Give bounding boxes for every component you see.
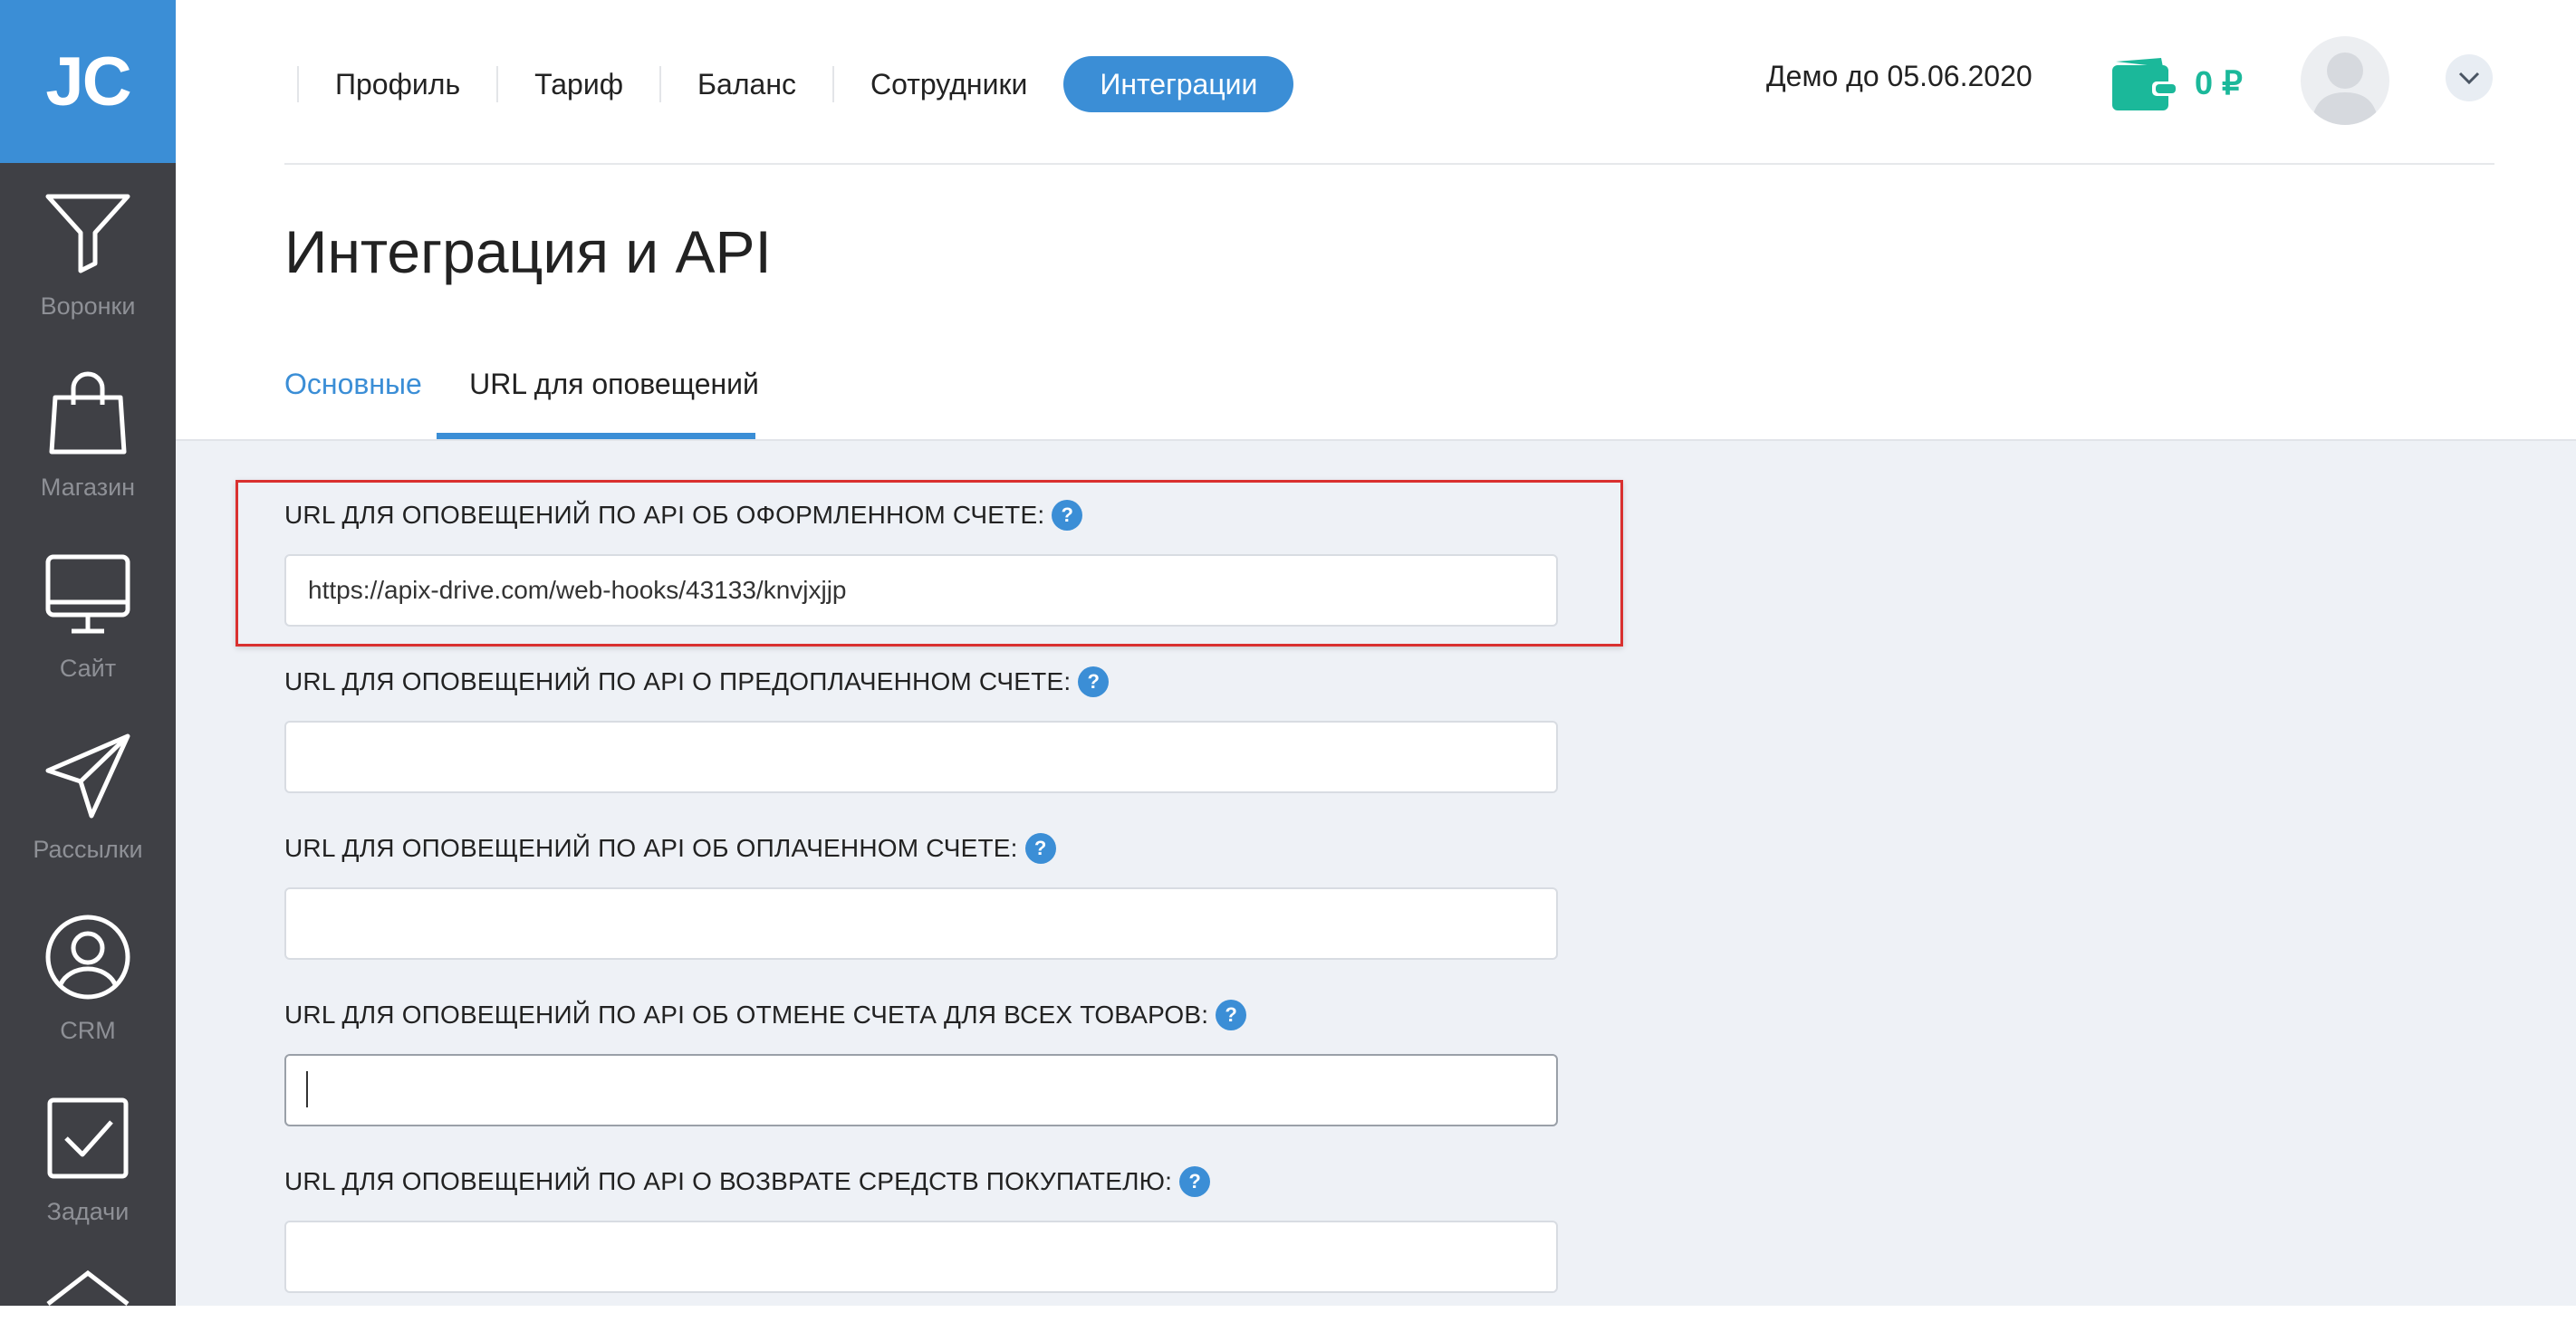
sidebar-item-tasks[interactable]: Задачи [0,1068,176,1250]
checkbox-icon [47,1097,129,1178]
next-nav-icon[interactable] [43,1268,133,1322]
refund-url-input[interactable] [284,1221,1558,1293]
active-tab-indicator [437,433,755,439]
help-icon[interactable]: ? [1179,1166,1211,1197]
issued-invoice-url-input[interactable] [284,554,1558,627]
help-icon[interactable]: ? [1024,833,1056,864]
sidebar-item-shop[interactable]: Магазин [0,344,176,525]
sidebar: JC Воронки Магазин Сайт Рассылки CRM Зад… [0,0,176,1306]
sidebar-item-label: CRM [60,1016,116,1044]
help-icon[interactable]: ? [1078,666,1110,697]
tab-basic[interactable]: Основные [284,368,422,401]
monitor-icon [45,554,130,633]
sidebar-item-crm[interactable]: CRM [0,887,176,1068]
funnel-icon [45,194,130,273]
tab-tariff[interactable]: Тариф [516,68,641,101]
sidebar-item-funnels[interactable]: Воронки [0,163,176,344]
user-avatar-icon [2312,53,2379,125]
nav-divider [659,66,662,102]
field-label-refund: URL ДЛЯ ОПОВЕЩЕНИЙ ПО API О ВОЗВРАТЕ СРЕ… [284,1166,1211,1197]
avatar[interactable] [2301,36,2389,125]
cancelled-invoice-url-input[interactable] [284,1054,1558,1126]
sidebar-item-label: Задачи [46,1197,130,1225]
nav-divider [496,66,499,102]
sidebar-item-site[interactable]: Сайт [0,525,176,706]
sidebar-item-label: Магазин [40,473,136,501]
field-label-issued-invoice: URL ДЛЯ ОПОВЕЩЕНИЙ ПО API ОБ ОФОРМЛЕННОМ… [284,500,1083,531]
field-label-prepaid-invoice: URL ДЛЯ ОПОВЕЩЕНИЙ ПО API О ПРЕДОПЛАЧЕНН… [284,666,1110,697]
text-caret [306,1071,308,1107]
tab-profile[interactable]: Профиль [317,68,478,101]
field-label-text: URL ДЛЯ ОПОВЕЩЕНИЙ ПО API ОБ ОФОРМЛЕННОМ… [284,501,1045,529]
logo-text: JC [45,43,131,120]
user-circle-icon [45,915,130,999]
field-label-cancelled-invoice: URL ДЛЯ ОПОВЕЩЕНИЙ ПО API ОБ ОТМЕНЕ СЧЕТ… [284,1000,1247,1030]
prepaid-invoice-url-input[interactable] [284,721,1558,793]
field-label-text: URL ДЛЯ ОПОВЕЩЕНИЙ ПО API ОБ ОПЛАЧЕННОМ … [284,834,1018,862]
paper-plane-icon [45,733,130,818]
shopping-bag-icon [49,371,127,454]
tab-balance[interactable]: Баланс [679,68,814,101]
page-title: Интеграция и API [284,218,772,285]
sidebar-item-label: Сайт [59,654,117,682]
help-icon[interactable]: ? [1216,1000,1247,1030]
wallet-icon[interactable] [2110,56,2176,112]
field-label-paid-invoice: URL ДЛЯ ОПОВЕЩЕНИЙ ПО API ОБ ОПЛАЧЕННОМ … [284,833,1056,864]
nav-divider [831,66,834,102]
field-label-text: URL ДЛЯ ОПОВЕЩЕНИЙ ПО API О ВОЗВРАТЕ СРЕ… [284,1167,1173,1195]
balance-amount[interactable]: 0 ₽ [2195,64,2243,102]
tab-notification-urls[interactable]: URL для оповещений [455,368,774,401]
field-label-text: URL ДЛЯ ОПОВЕЩЕНИЙ ПО API О ПРЕДОПЛАЧЕНН… [284,667,1072,695]
header-divider [284,163,2494,165]
demo-status: Демо до 05.06.2020 [1766,60,2033,92]
sidebar-item-label: Воронки [40,292,136,320]
top-nav: Профиль Тариф Баланс Сотрудники Интеграц… [284,53,1294,116]
paid-invoice-url-input[interactable] [284,887,1558,960]
chevron-down-icon [2458,72,2480,85]
app-logo[interactable]: JC [0,0,176,163]
field-label-text: URL ДЛЯ ОПОВЕЩЕНИЙ ПО API ОБ ОТМЕНЕ СЧЕТ… [284,1001,1209,1029]
sidebar-item-label: Рассылки [33,835,143,863]
tab-employees[interactable]: Сотрудники [852,68,1045,101]
tab-integrations[interactable]: Интеграции [1063,56,1294,112]
sidebar-item-mailings[interactable]: Рассылки [0,706,176,887]
account-dropdown-button[interactable] [2446,54,2493,101]
help-icon[interactable]: ? [1052,500,1083,531]
nav-divider [297,66,299,102]
